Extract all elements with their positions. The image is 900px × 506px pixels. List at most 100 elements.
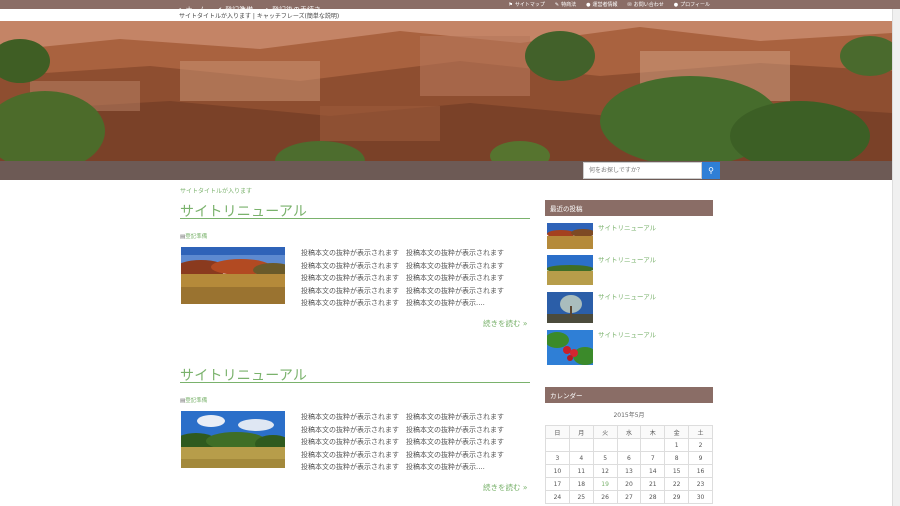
calendar-day: 6	[616, 451, 642, 465]
post-thumbnail[interactable]	[181, 247, 285, 304]
calendar-weekday-row: 日 月 火 水 木 金 土	[545, 425, 713, 439]
tree-photo	[547, 292, 593, 323]
calendar-day: 13	[616, 464, 642, 478]
calendar-day: 22	[664, 477, 690, 491]
main-nav	[0, 161, 892, 180]
excerpt-line: 投稿本文の抜粋が表示されます 投稿本文の抜粋が表示....	[301, 463, 485, 472]
calendar-day: 16	[688, 464, 713, 478]
top-link-profile[interactable]: ● プロフィール	[673, 1, 710, 9]
calendar-body: 1 2 3 4 5 6 7 8 9 10 11 12 13 14 15 16 17 18 19 20 21 22 23 24 2…	[545, 438, 713, 504]
recent-post-title[interactable]: サイトリニューアル	[598, 291, 656, 301]
calendar-day: 28	[640, 490, 666, 504]
read-more-link[interactable]: 続きを読む »	[483, 318, 527, 329]
top-link-label: お問い合わせ	[633, 2, 664, 8]
calendar-day: 18	[568, 477, 594, 491]
header-image[interactable]	[0, 21, 892, 161]
sitemap-icon: ⚑	[508, 1, 513, 8]
top-link-label: サイトマップ	[514, 2, 545, 8]
nav-item-label: ホーム	[185, 5, 207, 14]
meadow-photo	[547, 255, 593, 285]
category-link[interactable]: 登記準備	[185, 234, 207, 240]
top-links: ⚑ サイトマップ ✎ 特商法 ● 運営者情報 ✉ お問い合わせ ● プロフィール	[508, 0, 710, 9]
excerpt-line: 投稿本文の抜粋が表示されます 投稿本文の抜粋が表示されます	[301, 249, 504, 257]
calendar-empty-cell	[640, 438, 666, 452]
recent-post-thumbnail[interactable]	[547, 255, 593, 285]
search-icon: ⚲	[708, 166, 714, 175]
recent-post-thumbnail[interactable]	[547, 292, 593, 323]
weekday-tue: 火	[592, 425, 618, 439]
top-link-operator[interactable]: ● 運営者情報	[586, 1, 617, 9]
calendar-day: 29	[664, 490, 690, 504]
excerpt-line: 投稿本文の抜粋が表示されます 投稿本文の抜粋が表示されます	[301, 438, 504, 447]
weekday-wed: 水	[616, 425, 642, 439]
calendar-week-row: 12	[545, 438, 713, 452]
user-icon: ●	[673, 1, 679, 8]
weekday-fri: 金	[664, 425, 690, 439]
recent-post-title[interactable]: サイトリニューアル	[598, 222, 656, 232]
cherries-photo	[547, 330, 593, 365]
recent-post-thumbnail[interactable]	[547, 330, 593, 365]
autumn-field-photo	[181, 247, 285, 304]
wrench-icon: ✎	[554, 1, 560, 8]
calendar-heading: カレンダー	[545, 387, 713, 403]
excerpt-line: 投稿本文の抜粋が表示されます 投稿本文の抜粋が表示されます	[301, 286, 504, 295]
calendar-table: 日 月 火 水 木 金 土 1 2 3 4 5 6 7 8 9 10 11 12 13 14 15 16 17 1…	[545, 425, 713, 504]
page-scrollbar[interactable]	[892, 9, 900, 506]
recent-post-thumbnail[interactable]	[547, 223, 593, 249]
calendar-day: 24	[545, 490, 570, 504]
search-input[interactable]	[583, 162, 702, 179]
canyon-photo	[0, 21, 892, 161]
breadcrumb[interactable]: サイトタイトルが入ります	[180, 186, 252, 195]
read-more-link[interactable]: 続きを読む »	[483, 482, 527, 493]
excerpt-line: 投稿本文の抜粋が表示されます 投稿本文の抜粋が表示されます	[301, 450, 504, 459]
calendar-day: 25	[568, 490, 594, 504]
calendar-empty-cell	[616, 438, 642, 452]
calendar-day: 11	[568, 464, 594, 478]
weekday-sun: 日	[545, 425, 570, 439]
calendar-day: 15	[664, 464, 690, 478]
calendar-week-row: 17 18 19 20 21 22 23	[545, 477, 713, 491]
search-button[interactable]: ⚲	[702, 162, 720, 179]
top-link-label: 特商法	[561, 2, 577, 8]
weekday-mon: 月	[568, 425, 594, 439]
top-link-sitemap[interactable]: ⚑ サイトマップ	[508, 1, 545, 9]
calendar-day[interactable]: 19	[592, 477, 618, 491]
post-thumbnail[interactable]	[181, 411, 285, 468]
weekday-thu: 木	[640, 425, 666, 439]
recent-post-title[interactable]: サイトリニューアル	[598, 329, 656, 339]
calendar-caption: 2015年5月	[613, 412, 645, 419]
post-category: ▤登記準備	[180, 232, 207, 240]
post-title-underline	[180, 382, 530, 383]
category-link[interactable]: 登記準備	[185, 398, 207, 404]
nav-item-after-registration[interactable]: ➔ 登記後の手続き	[263, 5, 321, 15]
top-link-tokushoho[interactable]: ✎ 特商法	[554, 1, 577, 9]
nav-item-label: 登記準備	[225, 5, 254, 14]
calendar-day: 5	[592, 451, 618, 465]
info-icon: ●	[586, 1, 591, 8]
excerpt-line: 投稿本文の抜粋が表示されます 投稿本文の抜粋が表示されます	[301, 261, 504, 270]
calendar-day: 8	[664, 451, 690, 465]
home-icon: ⌂	[178, 5, 183, 14]
calendar-day: 12	[592, 464, 618, 478]
excerpt-line: 投稿本文の抜粋が表示されます 投稿本文の抜粋が表示されます	[301, 274, 504, 283]
calendar-week-row: 3456789	[545, 451, 713, 465]
calendar-day: 21	[640, 477, 666, 491]
post-category: ▤登記準備	[180, 396, 207, 404]
nav-item-home[interactable]: ⌂ ホーム	[178, 5, 206, 15]
calendar-empty-cell	[568, 438, 594, 452]
nav-item-preparation[interactable]: ✔ 登記準備	[216, 5, 253, 15]
calendar-day: 20	[616, 477, 642, 491]
calendar-day: 10	[545, 464, 570, 478]
calendar-day: 4	[568, 451, 594, 465]
post-excerpt: 投稿本文の抜粋が表示されます 投稿本文の抜粋が表示されます 投稿本文の抜粋が表示…	[301, 247, 531, 310]
check-icon: ✔	[216, 5, 223, 14]
calendar-empty-cell	[592, 438, 618, 452]
post-title-underline	[180, 218, 530, 219]
calendar-week-row: 10 11 12 13 14 15 16	[545, 464, 713, 478]
nav-item-label: 登記後の手続き	[272, 5, 321, 14]
recent-post-title[interactable]: サイトリニューアル	[598, 254, 656, 264]
nav-items: ⌂ ホーム ✔ 登記準備 ➔ 登記後の手続き	[178, 0, 321, 19]
top-bar	[0, 0, 900, 9]
excerpt-line: 投稿本文の抜粋が表示されます 投稿本文の抜粋が表示....	[301, 299, 485, 308]
top-link-contact[interactable]: ✉ お問い合わせ	[628, 1, 664, 9]
